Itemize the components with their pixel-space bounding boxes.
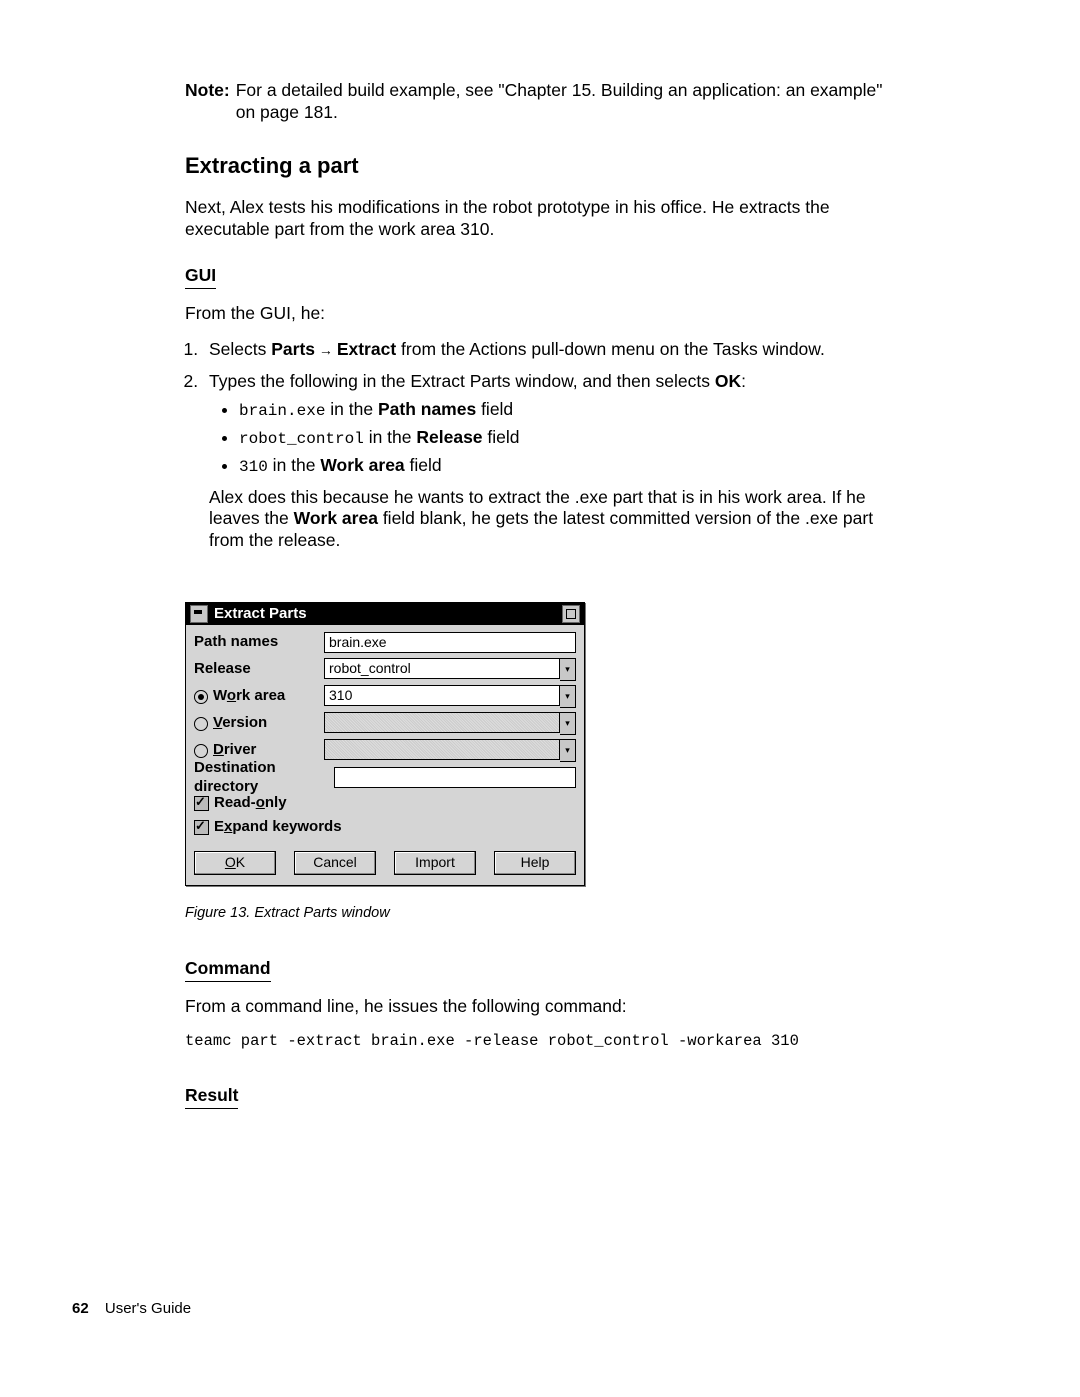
bullet-path-names: brain.exe in the Path names field (239, 399, 905, 421)
explanation-paragraph: Alex does this because he wants to extra… (209, 487, 905, 553)
figure-caption: Figure 13. Extract Parts window (185, 904, 905, 922)
label-release: Release (194, 660, 324, 679)
input-path-names[interactable]: brain.exe (324, 632, 576, 653)
input-version (324, 712, 560, 733)
command-code: teamc part -extract brain.exe -release r… (185, 1032, 905, 1051)
input-destination[interactable] (334, 767, 576, 788)
extract-parts-dialog: Extract Parts Path names brain.exe Relea… (185, 602, 585, 886)
note-text: For a detailed build example, see "Chapt… (236, 80, 905, 124)
window-control-icon[interactable] (562, 605, 580, 623)
page-footer: 62 User's Guide (72, 1300, 191, 1319)
step-2: Types the following in the Extract Parts… (203, 371, 905, 553)
label-work-area: Work area (194, 687, 324, 706)
input-driver (324, 739, 560, 760)
section-heading: Extracting a part (185, 152, 905, 180)
bullet-release: robot_control in the Release field (239, 427, 905, 449)
input-work-area[interactable]: 310 (324, 685, 560, 706)
input-release[interactable]: robot_control (324, 658, 560, 679)
step-1: Selects Parts → Extract from the Actions… (203, 339, 905, 361)
ok-button[interactable]: OK (194, 851, 276, 875)
label-version: Version (194, 714, 324, 733)
dialog-title: Extract Parts (214, 605, 307, 624)
gui-subheading: GUI (185, 265, 216, 289)
result-subheading: Result (185, 1085, 238, 1109)
note-label: Note: (185, 80, 236, 124)
checkbox-read-only[interactable] (194, 796, 209, 811)
footer-title: User's Guide (105, 1300, 191, 1317)
label-path-names: Path names (194, 633, 324, 652)
bullet-work-area: 310 in the Work area field (239, 455, 905, 477)
radio-work-area[interactable] (194, 690, 208, 704)
dropdown-driver-icon: ▾ (560, 739, 576, 762)
help-button[interactable]: Help (494, 851, 576, 875)
cancel-button[interactable]: Cancel (294, 851, 376, 875)
dropdown-work-area-icon[interactable]: ▾ (560, 685, 576, 708)
page-number: 62 (72, 1300, 89, 1317)
dropdown-version-icon: ▾ (560, 712, 576, 735)
dropdown-release-icon[interactable]: ▾ (560, 658, 576, 681)
command-lead: From a command line, he issues the follo… (185, 996, 905, 1018)
checkbox-expand-keywords-row[interactable]: Expand keywords (194, 815, 576, 839)
gui-lead: From the GUI, he: (185, 303, 905, 325)
checkbox-read-only-row[interactable]: Read-only (194, 791, 576, 815)
label-driver: Driver (194, 741, 324, 760)
intro-paragraph: Next, Alex tests his modifications in th… (185, 197, 905, 241)
checkbox-expand-keywords[interactable] (194, 820, 209, 835)
import-button[interactable]: Import (394, 851, 476, 875)
radio-driver[interactable] (194, 744, 208, 758)
dialog-titlebar[interactable]: Extract Parts (186, 603, 584, 625)
label-destination: Destination directory (194, 759, 334, 797)
radio-version[interactable] (194, 717, 208, 731)
system-menu-icon[interactable] (190, 605, 208, 623)
command-subheading: Command (185, 958, 271, 982)
